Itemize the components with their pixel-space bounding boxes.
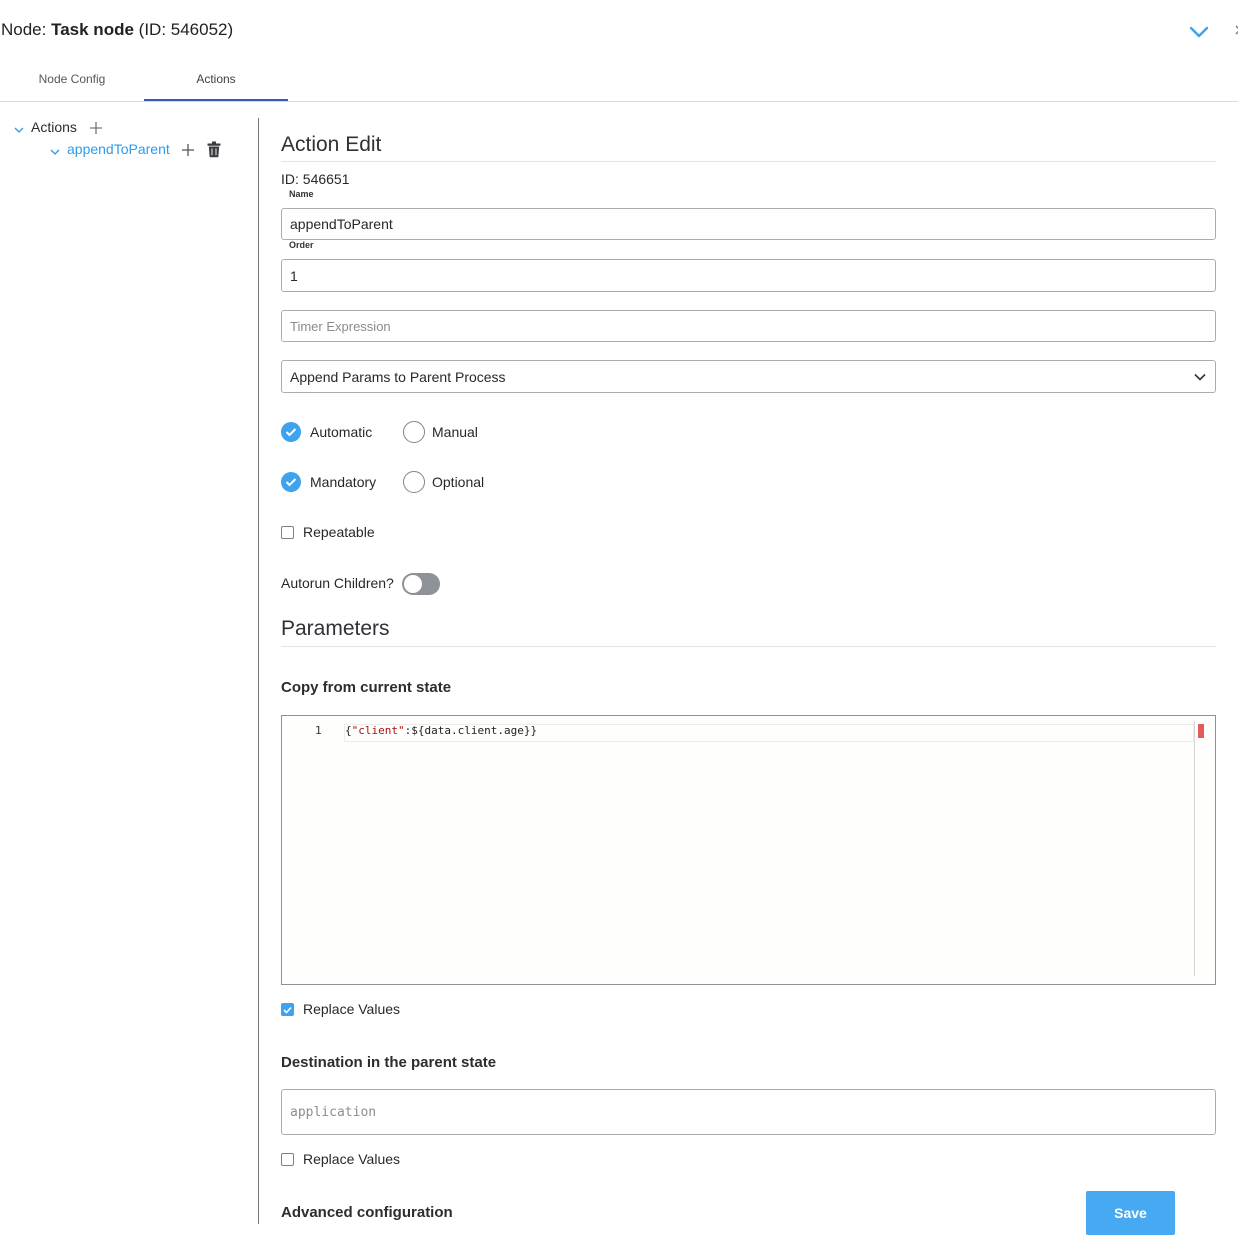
replace-values-label-2: Replace Values [303, 1151, 401, 1167]
node-name: Task node [51, 20, 134, 39]
mandatory-label: Mandatory [310, 474, 377, 490]
check-icon [283, 1006, 292, 1014]
tab-node-config[interactable]: Node Config [0, 72, 144, 102]
order-label: Order [289, 240, 314, 250]
tabs-divider [0, 101, 1238, 102]
toggle-knob [404, 575, 422, 593]
line-number: 1 [315, 724, 322, 737]
tree-root-toggle[interactable] [14, 122, 24, 140]
order-value: 1 [290, 267, 298, 284]
tree-root-label[interactable]: Actions [31, 119, 77, 135]
manual-label: Manual [432, 424, 478, 440]
name-value: appendToParent [290, 216, 393, 232]
save-button[interactable]: Save [1086, 1191, 1175, 1235]
repeatable-checkbox[interactable] [281, 526, 294, 539]
error-marker [1198, 724, 1204, 738]
replace-values-checkbox-2[interactable] [281, 1153, 294, 1166]
optional-radio[interactable] [403, 471, 425, 493]
add-child-action-button[interactable] [181, 143, 195, 162]
add-action-button[interactable] [89, 121, 103, 140]
section-divider [281, 161, 1216, 162]
tab-actions[interactable]: Actions [144, 72, 288, 102]
name-input[interactable]: appendToParent [281, 208, 1216, 240]
editor-code-line: {"client":${data.client.age}} [345, 724, 537, 737]
replace-values-label-1: Replace Values [303, 1001, 401, 1017]
action-edit-heading: Action Edit [281, 133, 382, 156]
automatic-radio[interactable] [281, 422, 301, 442]
action-type-select[interactable]: Append Params to Parent Process [281, 360, 1216, 393]
destination-input[interactable]: application [281, 1089, 1216, 1135]
code-brace: { [345, 724, 352, 737]
check-icon [285, 478, 297, 487]
editor-scrollbar[interactable] [1194, 721, 1195, 976]
order-input[interactable]: 1 [281, 259, 1216, 292]
advanced-configuration-heading[interactable]: Advanced configuration [281, 1204, 453, 1221]
tab-actions-label: Actions [196, 72, 236, 86]
automatic-label: Automatic [310, 424, 373, 440]
name-label: Name [289, 189, 314, 199]
optional-label: Optional [432, 474, 485, 490]
panel-divider [258, 118, 259, 1224]
code-string: "client" [351, 724, 405, 737]
check-icon [285, 428, 297, 437]
tree-child-toggle[interactable] [50, 144, 60, 162]
mandatory-radio[interactable] [281, 472, 301, 492]
tree-item-append-to-parent[interactable]: appendToParent [67, 141, 170, 157]
section-divider [281, 646, 1216, 647]
save-button-label: Save [1114, 1205, 1147, 1221]
autorun-label: Autorun Children? [281, 575, 394, 591]
collapse-panel-button[interactable] [1186, 22, 1212, 42]
chevron-down-icon [14, 127, 24, 133]
title-prefix: Node: [1, 20, 52, 39]
close-button[interactable] [1230, 20, 1238, 42]
destination-heading: Destination in the parent state [281, 1054, 497, 1071]
node-id: (ID: 546052) [138, 20, 234, 39]
plus-icon [182, 144, 194, 156]
autorun-toggle[interactable] [402, 573, 440, 595]
parameters-heading: Parameters [281, 617, 390, 640]
chevron-down-icon [50, 149, 60, 155]
manual-radio[interactable] [403, 421, 425, 443]
close-icon [1235, 25, 1238, 35]
action-id: ID: 546651 [281, 171, 350, 187]
chevron-down-icon [1194, 373, 1206, 381]
code-editor[interactable]: 1 {"client":${data.client.age}} [281, 715, 1216, 985]
tab-node-config-label: Node Config [38, 72, 106, 86]
plus-icon [90, 122, 102, 134]
destination-placeholder: application [290, 1104, 377, 1120]
timer-expression-placeholder: Timer Expression [290, 318, 391, 334]
copy-from-state-heading: Copy from current state [281, 679, 452, 696]
timer-expression-input[interactable]: Timer Expression [281, 310, 1216, 342]
repeatable-label: Repeatable [303, 524, 375, 540]
trash-icon [207, 141, 221, 158]
chevron-down-icon [1189, 26, 1209, 38]
replace-values-checkbox-1[interactable] [281, 1003, 294, 1016]
action-type-value: Append Params to Parent Process [290, 368, 506, 385]
page-title: Node: Task node (ID: 546052) [1, 20, 233, 40]
delete-action-button[interactable] [207, 141, 221, 163]
code-expression: :${data.client.age}} [404, 724, 538, 737]
